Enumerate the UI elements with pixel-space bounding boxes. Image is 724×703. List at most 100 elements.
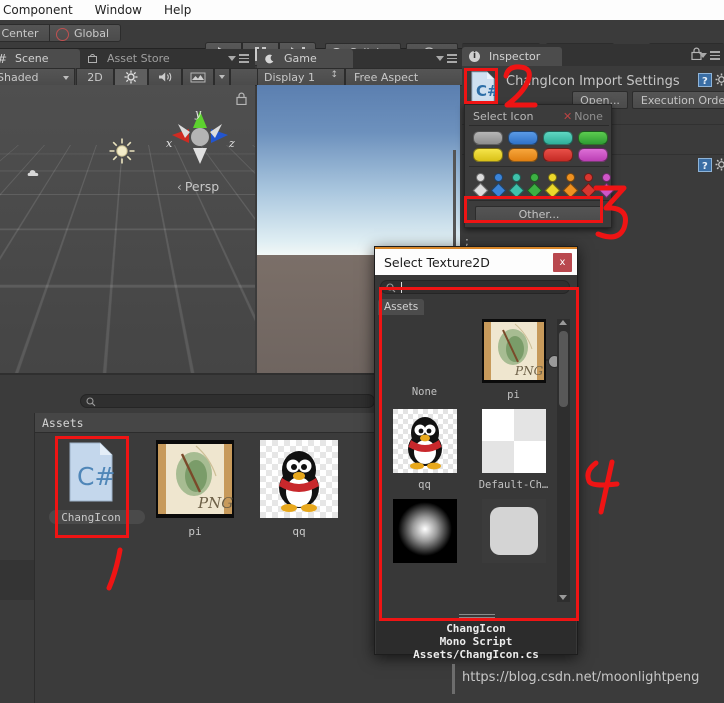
icon-pill-magenta[interactable] — [578, 148, 608, 162]
dialog-titlebar[interactable]: Select Texture2D x — [375, 247, 577, 275]
search-input[interactable] — [80, 394, 375, 408]
icon-dot-gray[interactable] — [476, 173, 485, 182]
texture-item-qq[interactable]: qq — [380, 409, 469, 491]
texture-item-none[interactable]: None — [380, 319, 469, 398]
fx-toggle[interactable] — [182, 68, 214, 86]
annotation-mark-3 — [593, 185, 628, 240]
watermark-bar — [452, 664, 455, 694]
icon-pill-yellow[interactable] — [473, 148, 503, 162]
handle-space-button[interactable]: Global — [49, 24, 121, 42]
scroll-up-arrow-icon[interactable] — [559, 320, 567, 325]
help-icon[interactable]: ? — [698, 73, 712, 87]
pivot-mode-button[interactable]: Center — [0, 24, 50, 42]
text-caret — [401, 282, 402, 293]
icon-dot-magenta[interactable] — [602, 173, 611, 182]
icon-dot-teal[interactable] — [512, 173, 521, 182]
lighting-toggle[interactable] — [114, 68, 148, 86]
scroll-region[interactable] — [0, 560, 34, 590]
icon-diamond-gray[interactable] — [472, 182, 489, 199]
store-bag-icon — [88, 54, 97, 63]
icon-pill-teal[interactable] — [543, 131, 573, 145]
chevron-left-icon: ‹ — [177, 179, 182, 194]
icon-dot-blue[interactable] — [494, 173, 503, 182]
icon-dot-orange[interactable] — [566, 173, 575, 182]
watermark-text: https://blog.csdn.net/moonlightpeng — [462, 670, 700, 685]
other-button[interactable]: Other... — [475, 206, 603, 223]
scene-hash-icon: # — [0, 52, 7, 66]
svg-text:PNG: PNG — [197, 494, 233, 512]
menu-item-window[interactable]: Window — [84, 0, 153, 20]
scene-projection-label[interactable]: ‹ Persp — [177, 179, 219, 194]
aspect-dropdown[interactable]: Free Aspect — [345, 68, 463, 86]
tab-assets[interactable]: Assets — [378, 299, 424, 315]
icon-dot-red[interactable] — [584, 173, 593, 182]
unity-editor-window: Component Window Help Center Global ✓ Co… — [0, 0, 724, 703]
annotation-mark-2 — [503, 64, 538, 108]
inspector-panel-menu[interactable] — [699, 51, 720, 60]
texture-item-glow[interactable] — [380, 499, 469, 569]
menu-item-help[interactable]: Help — [153, 0, 202, 20]
select-icon-none[interactable]: ✕ None — [563, 110, 603, 123]
asset-label: pi — [188, 525, 202, 538]
tab-game[interactable]: Game — [257, 49, 353, 68]
checker-texture-icon — [481, 409, 546, 473]
game-panel-menu[interactable] — [436, 54, 457, 63]
icon-pill-orange[interactable] — [508, 148, 538, 162]
execution-order-button[interactable]: Execution Order... — [632, 91, 724, 109]
draw-mode-dropdown[interactable]: Shaded — [0, 68, 75, 86]
updown-arrows-icon: ↕ — [330, 70, 338, 80]
audio-toggle[interactable] — [148, 68, 182, 86]
asset-label: qq — [292, 525, 306, 538]
dialog-scrollbar[interactable] — [557, 319, 570, 602]
icon-diamond-teal[interactable] — [508, 182, 525, 199]
toggle-2d-button[interactable]: 2D — [76, 68, 114, 86]
icon-diamond-yellow[interactable] — [544, 182, 561, 199]
texture-item-rounded-square[interactable] — [469, 499, 558, 569]
menu-item-component[interactable]: Component — [0, 0, 84, 20]
texture-pi-icon: PNG — [156, 440, 234, 518]
chevron-down-icon — [436, 55, 444, 61]
csharp-script-icon[interactable]: C# — [468, 71, 500, 104]
asset-item-changicon[interactable]: C# ChangIcon — [48, 440, 146, 560]
tab-scene[interactable]: # Scene — [0, 49, 80, 68]
game-moon-icon — [265, 54, 274, 64]
icon-pill-green[interactable] — [578, 131, 608, 145]
scene-view-toolbar: Shaded 2D — [0, 68, 264, 86]
fx-dropdown[interactable] — [214, 68, 230, 86]
gear-icon[interactable] — [715, 73, 724, 86]
icon-pill-gray[interactable] — [473, 131, 503, 145]
tab-asset-store[interactable]: Asset Store — [82, 49, 200, 68]
display-dropdown[interactable]: Display 1 ↕ — [257, 68, 345, 86]
scrollbar-thumb[interactable] — [559, 331, 568, 407]
icon-dot-green[interactable] — [530, 173, 539, 182]
chevron-down-icon — [699, 52, 707, 58]
chevron-down-icon — [228, 55, 236, 61]
chevron-down-icon — [219, 75, 225, 79]
scene-panel-menu[interactable] — [228, 54, 249, 63]
texture-item-pi[interactable]: PNG pi — [469, 319, 558, 401]
icon-pill-red[interactable] — [543, 148, 573, 162]
scroll-down-arrow-icon[interactable] — [559, 595, 567, 600]
fx-icon — [190, 72, 206, 82]
asset-item-pi[interactable]: PNG pi — [152, 440, 238, 560]
icon-dot-yellow[interactable] — [548, 173, 557, 182]
dialog-search-input[interactable] — [380, 280, 570, 294]
icon-diamond-blue[interactable] — [490, 182, 507, 199]
icon-diamond-green[interactable] — [526, 182, 543, 199]
dialog-footer: ChangIcon Mono Script Assets/ChangIcon.c… — [376, 621, 576, 660]
icon-pill-blue[interactable] — [508, 131, 538, 145]
project-tree-pane[interactable] — [0, 413, 35, 703]
close-icon[interactable]: x — [553, 253, 572, 272]
audio-listener-gizmo-icon — [27, 170, 39, 176]
lock-icon[interactable] — [236, 92, 247, 105]
icon-diamond-orange[interactable] — [562, 182, 579, 199]
svg-text:PNG: PNG — [514, 364, 544, 378]
scene-view-gizmo[interactable]: x z y — [163, 107, 237, 169]
asset-item-qq[interactable]: qq — [256, 440, 342, 560]
scene-view[interactable]: x z y ‹ Persp — [0, 85, 255, 373]
svg-text:?: ? — [702, 76, 708, 87]
dialog-resize-handle[interactable] — [459, 614, 495, 620]
annotation-mark-1 — [106, 547, 123, 591]
texture-item-default-checker[interactable]: Default-Ch… — [469, 409, 558, 491]
texture-label: None — [411, 386, 438, 398]
